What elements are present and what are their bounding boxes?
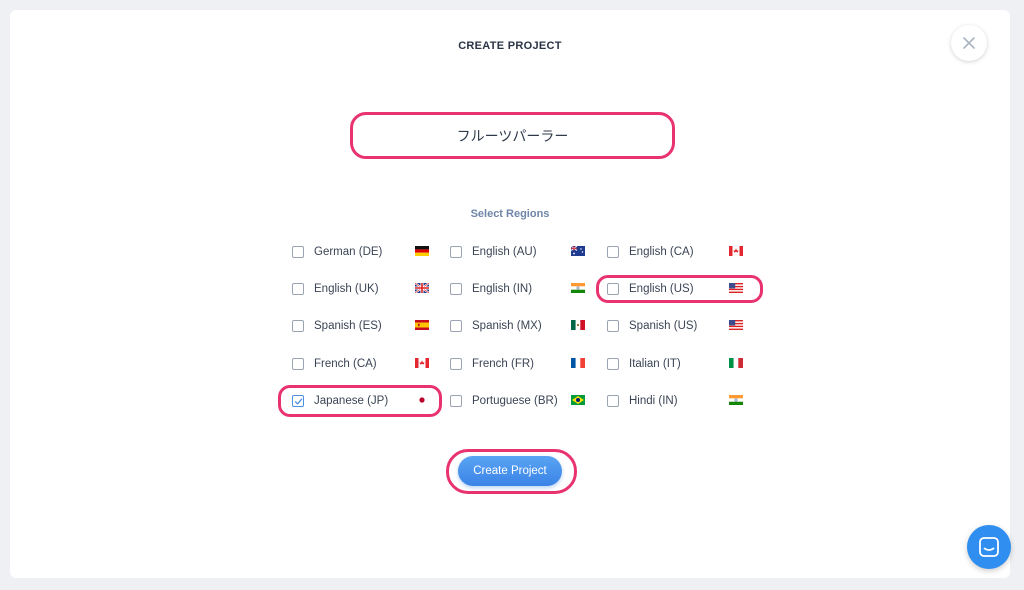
ca-flag-icon: [729, 246, 743, 256]
project-name-highlight: [350, 112, 675, 159]
region-checkbox[interactable]: [450, 358, 462, 370]
au-flag-icon: [571, 246, 585, 256]
region-checkbox[interactable]: [450, 246, 462, 258]
region-checkbox[interactable]: [607, 246, 619, 258]
region-option[interactable]: Hindi (IN): [607, 391, 678, 411]
region-label: English (UK): [314, 283, 379, 295]
region-option[interactable]: French (FR): [450, 354, 534, 374]
region-checkbox[interactable]: [292, 358, 304, 370]
region-option[interactable]: English (AU): [450, 242, 537, 262]
region-label: English (CA): [629, 246, 694, 258]
jp-flag-icon: [415, 395, 429, 405]
region-checkbox[interactable]: [607, 358, 619, 370]
modal-title: CREATE PROJECT: [458, 40, 562, 52]
in-flag-icon: [729, 395, 743, 405]
region-option[interactable]: Spanish (MX): [450, 316, 542, 336]
region-label: Spanish (MX): [472, 320, 542, 332]
de-flag-icon: [415, 246, 429, 256]
region-option[interactable]: Spanish (US): [607, 316, 697, 336]
project-name-input[interactable]: [362, 127, 663, 144]
uk-flag-icon: [415, 283, 429, 293]
region-option[interactable]: Japanese (JP): [292, 391, 388, 411]
region-checkbox[interactable]: [292, 320, 304, 332]
mx-flag-icon: [571, 320, 585, 330]
es-flag-icon: [415, 320, 429, 330]
region-checkbox[interactable]: [292, 246, 304, 258]
region-option[interactable]: Spanish (ES): [292, 316, 382, 336]
region-option[interactable]: Italian (IT): [607, 354, 681, 374]
create-project-modal: CREATE PROJECT Select Regions German (DE…: [10, 10, 1010, 578]
us-flag-icon: [729, 320, 743, 330]
chat-button[interactable]: [967, 525, 1011, 569]
checkmark-icon: [294, 398, 302, 404]
region-checkbox[interactable]: [607, 283, 619, 295]
region-option[interactable]: English (CA): [607, 242, 694, 262]
region-label: Spanish (US): [629, 320, 698, 332]
chat-icon: [979, 537, 999, 557]
region-option[interactable]: Portuguese (BR): [450, 391, 558, 411]
region-checkbox[interactable]: [450, 283, 462, 295]
region-label: German (DE): [314, 246, 383, 258]
region-checkbox[interactable]: [292, 395, 304, 407]
region-option[interactable]: French (CA): [292, 354, 377, 374]
region-option[interactable]: English (US): [607, 279, 694, 299]
ca-flag-icon: [415, 358, 429, 368]
close-icon: [963, 37, 975, 49]
create-project-button[interactable]: Create Project: [458, 456, 562, 486]
region-checkbox[interactable]: [607, 320, 619, 332]
region-label: Portuguese (BR): [472, 395, 558, 407]
region-label: French (CA): [314, 358, 377, 370]
close-button[interactable]: [951, 25, 987, 61]
region-checkbox[interactable]: [292, 283, 304, 295]
us-flag-icon: [729, 283, 743, 293]
region-label: Italian (IT): [629, 358, 681, 370]
in-flag-icon: [571, 283, 585, 293]
region-label: Japanese (JP): [314, 395, 389, 407]
fr-flag-icon: [571, 358, 585, 368]
region-checkbox[interactable]: [450, 395, 462, 407]
it-flag-icon: [729, 358, 743, 368]
region-label: Hindi (IN): [629, 395, 678, 407]
region-option[interactable]: German (DE): [292, 242, 382, 262]
region-label: English (AU): [472, 246, 537, 258]
region-option[interactable]: English (IN): [450, 279, 532, 299]
region-label: Spanish (ES): [314, 320, 382, 332]
region-option[interactable]: English (UK): [292, 279, 379, 299]
region-label: English (US): [629, 283, 694, 295]
br-flag-icon: [571, 395, 585, 405]
region-checkbox[interactable]: [450, 320, 462, 332]
region-label: English (IN): [472, 283, 533, 295]
region-checkbox[interactable]: [607, 395, 619, 407]
select-regions-label: Select Regions: [470, 208, 550, 220]
region-label: French (FR): [472, 358, 534, 370]
